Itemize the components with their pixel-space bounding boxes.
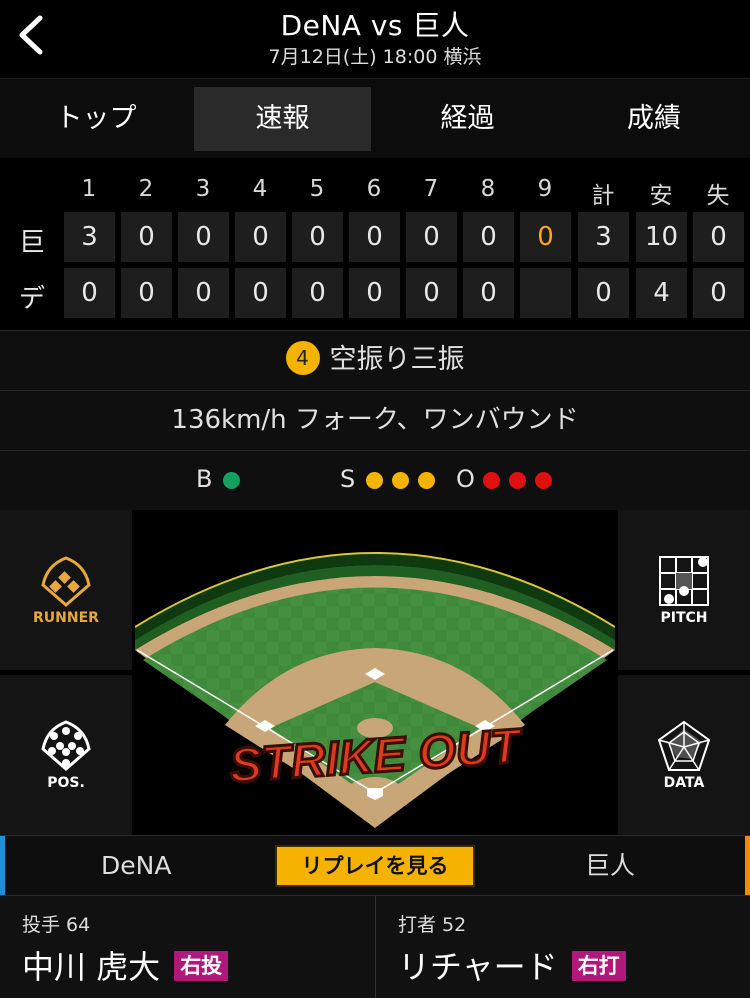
tab-bar: トップ 速報 経過 成績 xyxy=(0,78,750,158)
scoreboard-cell: 0 xyxy=(349,212,400,262)
dena-color-bar xyxy=(0,836,5,896)
baseball-field: STRIKE OUT xyxy=(135,552,615,828)
scoreboard-cell: 0 xyxy=(578,268,629,318)
scoreboard-cell: 3 xyxy=(578,212,629,262)
scoreboard-column-header: 計 xyxy=(591,183,615,209)
scoreboard-cell: 0 xyxy=(406,212,457,262)
pitcher-hand-badge: 右投 xyxy=(174,951,229,981)
strike-indicator xyxy=(392,472,409,489)
scoreboard-column-header: 5 xyxy=(309,176,325,202)
scoreboard-column-header: 4 xyxy=(252,176,268,202)
page-title: DeNA vs 巨人 xyxy=(280,9,470,42)
scoreboard-column-header: 安 xyxy=(649,183,673,209)
data-label: DATA xyxy=(663,775,705,791)
scoreboard-cell: 0 xyxy=(178,212,229,262)
field-area: RUNNER POS. PITCH DATA STRIKE OUT xyxy=(0,510,750,835)
pitcher-role: 投手 64 xyxy=(22,914,91,936)
play-result-text: 空振り三振 xyxy=(329,344,465,375)
scoreboard-team-name: デ xyxy=(18,284,45,314)
batter-name: リチャード xyxy=(398,948,558,986)
scoreboard-cell: 3 xyxy=(64,212,115,262)
scoreboard-cell: 0 xyxy=(406,268,457,318)
ball-count: B S O xyxy=(0,450,750,510)
scoreboard-cell: 0 xyxy=(520,212,571,262)
scoreboard: 1 2 3 4 5 6 7 8 9 計安失巨 3 0 0 0 0 0 0 0 0 3 10 0 デ 0 0 0 0 0 0 0 0 0 4 0 xyxy=(0,158,750,330)
scoreboard-cell: 0 xyxy=(121,268,172,318)
pitcher-name: 中川 虎大 xyxy=(22,948,161,986)
scoreboard-cell: 4 xyxy=(636,268,687,318)
scoreboard-cell: 0 xyxy=(349,268,400,318)
batter-hand-badge: 右打 xyxy=(571,951,626,981)
scoreboard-column-header: 3 xyxy=(195,176,211,202)
scoreboard-column-header: 2 xyxy=(138,176,154,202)
batter-role: 打者 52 xyxy=(398,914,467,936)
strikes-label: S xyxy=(340,465,356,493)
batter-number-badge: 4 xyxy=(285,341,320,375)
data-button[interactable]: DATA xyxy=(618,675,750,835)
positions-button[interactable]: POS. xyxy=(0,675,132,835)
scoreboard-cell: 0 xyxy=(64,268,115,318)
tab-progress[interactable]: 経過 xyxy=(375,87,560,151)
runner-button[interactable]: RUNNER xyxy=(0,510,132,670)
positions-label: POS. xyxy=(47,775,85,791)
scoreboard-cell: 0 xyxy=(693,268,744,318)
scoreboard-cell: 0 xyxy=(463,212,514,262)
out-indicator xyxy=(483,472,500,489)
pitcher-card[interactable]: 投手 64 中川 虎大 右投 xyxy=(0,896,375,998)
header: DeNA vs 巨人 7月12日(土) 18:00 横浜 xyxy=(0,0,750,78)
scoreboard-cell: 0 xyxy=(463,268,514,318)
batter-card[interactable]: 打者 52 リチャード 右打 xyxy=(375,896,750,998)
scoreboard-column-header: 6 xyxy=(366,176,382,202)
team-right-giants[interactable]: 巨人 xyxy=(585,836,635,896)
scoreboard-column-header: 8 xyxy=(480,176,496,202)
giants-color-bar xyxy=(745,836,750,896)
game-datetime: 7月12日(土) 18:00 横浜 xyxy=(268,46,482,68)
scoreboard-column-header: 7 xyxy=(423,176,439,202)
pitch-info: 136km/h フォーク、ワンバウンド xyxy=(0,390,750,450)
radar-chart-icon xyxy=(657,720,711,771)
scoreboard-cell: 0 xyxy=(235,268,286,318)
scoreboard-cell: 0 xyxy=(292,268,343,318)
scoreboard-cell: 0 xyxy=(292,212,343,262)
out-indicator xyxy=(509,472,526,489)
scoreboard-cell xyxy=(520,268,571,318)
replay-button[interactable]: リプレイを見る xyxy=(275,845,475,887)
scoreboard-column-header: 失 xyxy=(706,183,730,209)
batter-name-row: リチャード 右打 xyxy=(398,942,626,988)
pitcher-name-row: 中川 虎大 右投 xyxy=(22,942,229,988)
runner-diamond-icon xyxy=(41,556,91,607)
strike-indicator xyxy=(418,472,435,489)
pitch-button[interactable]: PITCH xyxy=(618,510,750,670)
scoreboard-team-name: 巨 xyxy=(18,228,45,258)
tab-top[interactable]: トップ xyxy=(0,87,192,151)
scoreboard-cell: 0 xyxy=(121,212,172,262)
tab-stats[interactable]: 成績 xyxy=(560,87,748,151)
out-indicator xyxy=(535,472,552,489)
balls-label: B xyxy=(196,465,213,493)
pitch-label: PITCH xyxy=(660,610,708,626)
scoreboard-cell: 0 xyxy=(693,212,744,262)
team-bar: DeNA リプレイを見る 巨人 xyxy=(0,835,750,896)
scoreboard-column-header: 1 xyxy=(81,176,97,202)
scoreboard-cell: 0 xyxy=(235,212,286,262)
scoreboard-column-header: 9 xyxy=(537,176,553,202)
play-result: 4 空振り三振 xyxy=(0,330,750,390)
ball-indicator xyxy=(223,472,240,489)
scoreboard-cell: 0 xyxy=(178,268,229,318)
outs-label: O xyxy=(456,465,475,493)
strike-indicator xyxy=(366,472,383,489)
team-left-dena[interactable]: DeNA xyxy=(101,836,171,896)
tab-live[interactable]: 速報 xyxy=(194,87,371,151)
runner-label: RUNNER xyxy=(33,610,99,626)
scoreboard-cell: 10 xyxy=(636,212,687,262)
pitch-grid-icon xyxy=(659,556,709,606)
positions-icon xyxy=(41,720,91,771)
player-info: 投手 64 中川 虎大 右投 打者 52 リチャード 右打 xyxy=(0,895,750,998)
